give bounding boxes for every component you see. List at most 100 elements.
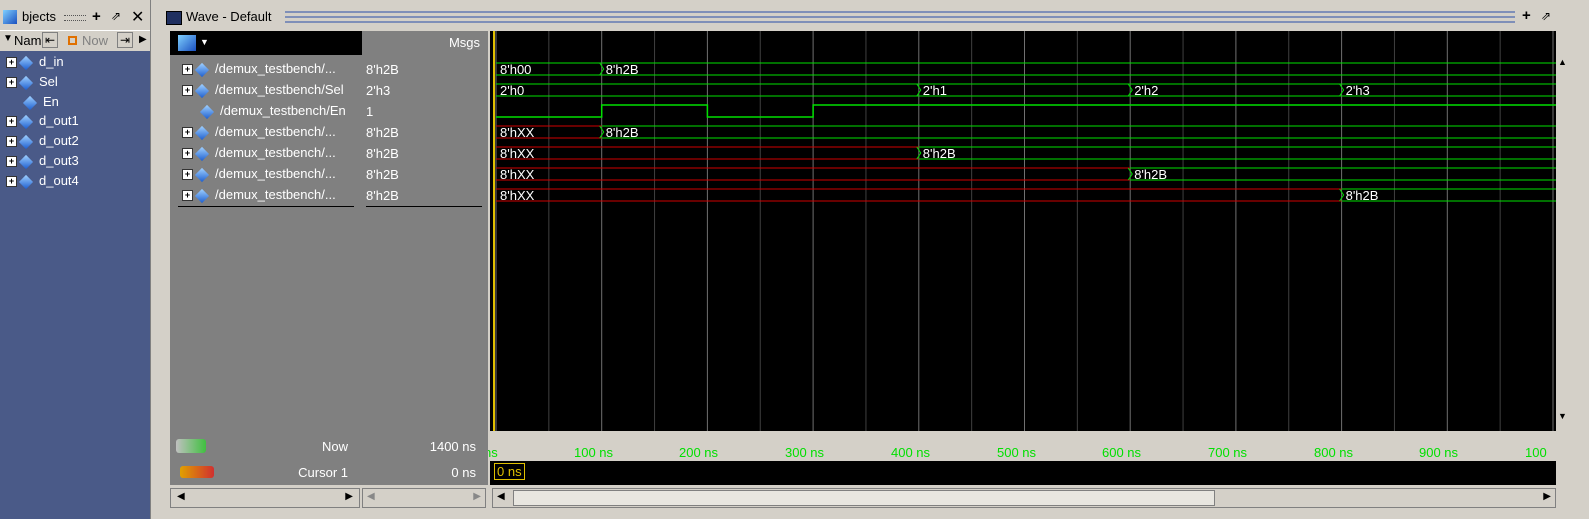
bus-value-label: 2'h3 [1346, 83, 1370, 98]
signal-icon [199, 104, 215, 119]
signal-icon [18, 154, 34, 169]
expand-plus-icon[interactable]: + [6, 136, 17, 148]
bus-value-label: 8'hXX [500, 146, 535, 161]
signal-row[interactable]: +/demux_testbench/... [182, 187, 336, 207]
wave-toolbar: ▼ [170, 31, 362, 55]
signal-row[interactable]: +/demux_testbench/... [182, 166, 336, 186]
list-item[interactable]: + d_out2 [6, 133, 79, 152]
scroll-right-icon[interactable]: ▶ [345, 491, 353, 502]
collapse-icon[interactable]: ⇤ [42, 32, 59, 48]
signal-menu-icon[interactable] [178, 35, 196, 51]
signal-names-pane: +/demux_testbench/... +/demux_testbench/… [170, 55, 362, 433]
expand-plus-icon[interactable]: + [182, 190, 193, 202]
list-item[interactable]: + d_out3 [6, 153, 79, 172]
list-item[interactable]: + d_in [6, 54, 64, 73]
scroll-left-icon[interactable]: ◀ [497, 491, 505, 502]
scroll-left-icon[interactable]: ◀ [177, 491, 185, 502]
time-tick-label: 800 ns [1314, 445, 1354, 460]
objects-list: + d_in + Sel En + d_out1 + d_out2 + d_out3 + d… [0, 51, 150, 519]
scroll-thumb[interactable] [513, 490, 1215, 506]
signal-row[interactable]: +/demux_testbench/... [182, 124, 336, 144]
scroll-down-icon[interactable]: ▼ [1558, 411, 1567, 421]
bus-value-label: 8'h2B [606, 62, 639, 77]
expand-plus-icon[interactable]: + [182, 148, 193, 160]
signal-row[interactable]: +/demux_testbench/... [182, 145, 336, 165]
bus-value-label: 8'h00 [500, 62, 531, 77]
cursor-label: Cursor 1 [298, 465, 348, 480]
signal-row[interactable]: +/demux_testbench/... [182, 61, 336, 81]
signal-icon [18, 55, 34, 70]
signal-icon [194, 83, 210, 98]
bus-value-label: 2'h1 [923, 83, 947, 98]
signal-icon [18, 114, 34, 129]
time-tick-label: 600 ns [1102, 445, 1142, 460]
now-value-cell: 1400 ns [362, 433, 488, 461]
bus-value-label: 8'hXX [500, 167, 535, 182]
expand-plus-icon[interactable]: + [6, 77, 17, 89]
expand-plus-icon[interactable]: + [182, 169, 193, 181]
now-row: Now [170, 433, 362, 461]
signal-icon [18, 134, 34, 149]
expand-plus-icon[interactable]: + [182, 85, 193, 97]
expand-icon[interactable]: ⇥ [117, 32, 134, 48]
time-tick-label: 700 ns [1208, 445, 1248, 460]
title-stripe [285, 11, 1515, 13]
objects-titlebar: bjects + ⇗ ✕ [0, 7, 150, 27]
bus-value-label: 2'h2 [1134, 83, 1158, 98]
list-item[interactable]: En [22, 94, 59, 113]
bus-value-label: 8'h2B [606, 125, 639, 140]
now-label: Now [321, 439, 348, 454]
expand-plus-icon[interactable]: + [6, 57, 17, 69]
wave-titlebar: Wave - Default + ⇗ [160, 7, 1589, 27]
scroll-up-icon[interactable]: ▲ [1558, 57, 1567, 67]
expand-plus-icon[interactable]: + [6, 156, 17, 168]
scroll-left-icon[interactable]: ◀ [367, 491, 375, 502]
chevron-down-icon[interactable]: ▼ [200, 37, 209, 47]
cursor-value-cell: 0 ns [362, 461, 488, 485]
cursor-row: Cursor 1 [170, 461, 362, 485]
wave-scrollbar[interactable]: ◀ ▶ [492, 488, 1556, 508]
signal-row[interactable]: +/demux_testbench/Sel [182, 82, 344, 102]
add-icon[interactable] [176, 439, 206, 453]
bus-value-label: 2'h0 [500, 83, 524, 98]
cursor-marker[interactable]: 0 ns [494, 463, 525, 480]
objects-icon [3, 10, 17, 24]
cursor-track[interactable]: 0 ns [490, 461, 1556, 485]
now-icon [68, 36, 77, 45]
sort-arrow-icon[interactable]: ▼ [3, 33, 13, 44]
signal-values-pane: 8'h2B 2'h3 1 8'h2B 8'h2B 8'h2B 8'h2B [362, 55, 488, 433]
cursor-value: 0 ns [451, 465, 476, 480]
expand-plus-icon[interactable]: + [6, 176, 17, 188]
bus-value-label: 8'h2B [1134, 167, 1167, 182]
column-name[interactable]: Nam [14, 33, 41, 48]
wave-canvas[interactable]: 8'h00 8'h2B 2'h0 2'h1 2'h2 2'h3 8'hXX 8'h2B 8'hX… [484, 31, 1556, 460]
list-item[interactable]: + d_out1 [6, 113, 79, 132]
signal-row[interactable]: /demux_testbench/En [199, 103, 346, 123]
list-item[interactable]: + d_out4 [6, 173, 79, 192]
expand-plus-icon[interactable]: + [182, 127, 193, 139]
insertion-line [178, 206, 354, 207]
dock-icon[interactable]: + [1522, 7, 1531, 24]
scroll-right-icon[interactable]: ▶ [139, 34, 147, 45]
now-value: 1400 ns [429, 439, 476, 454]
signal-value: 2'h3 [366, 83, 391, 98]
names-scrollbar[interactable]: ◀ ▶ [170, 488, 360, 508]
values-scrollbar[interactable]: ◀ ▶ [362, 488, 486, 508]
scroll-right-icon[interactable]: ▶ [1543, 491, 1551, 502]
signal-icon [194, 146, 210, 161]
lock-icon[interactable] [180, 466, 214, 478]
wave-title: Wave - Default [186, 9, 272, 24]
undock-icon[interactable]: ⇗ [1541, 9, 1551, 23]
column-now[interactable]: Now [82, 33, 108, 48]
signal-icon [18, 75, 34, 90]
dock-icon[interactable]: + [92, 8, 101, 25]
close-icon[interactable]: ✕ [131, 7, 144, 27]
undock-icon[interactable]: ⇗ [111, 9, 121, 23]
signal-icon [194, 188, 210, 203]
vertical-scrollbar[interactable]: ▲ ▼ [1556, 31, 1589, 519]
scroll-right-icon[interactable]: ▶ [473, 491, 481, 502]
pane-splitter[interactable] [150, 0, 161, 519]
expand-plus-icon[interactable]: + [6, 116, 17, 128]
list-item[interactable]: + Sel [6, 74, 58, 93]
expand-plus-icon[interactable]: + [182, 64, 193, 76]
